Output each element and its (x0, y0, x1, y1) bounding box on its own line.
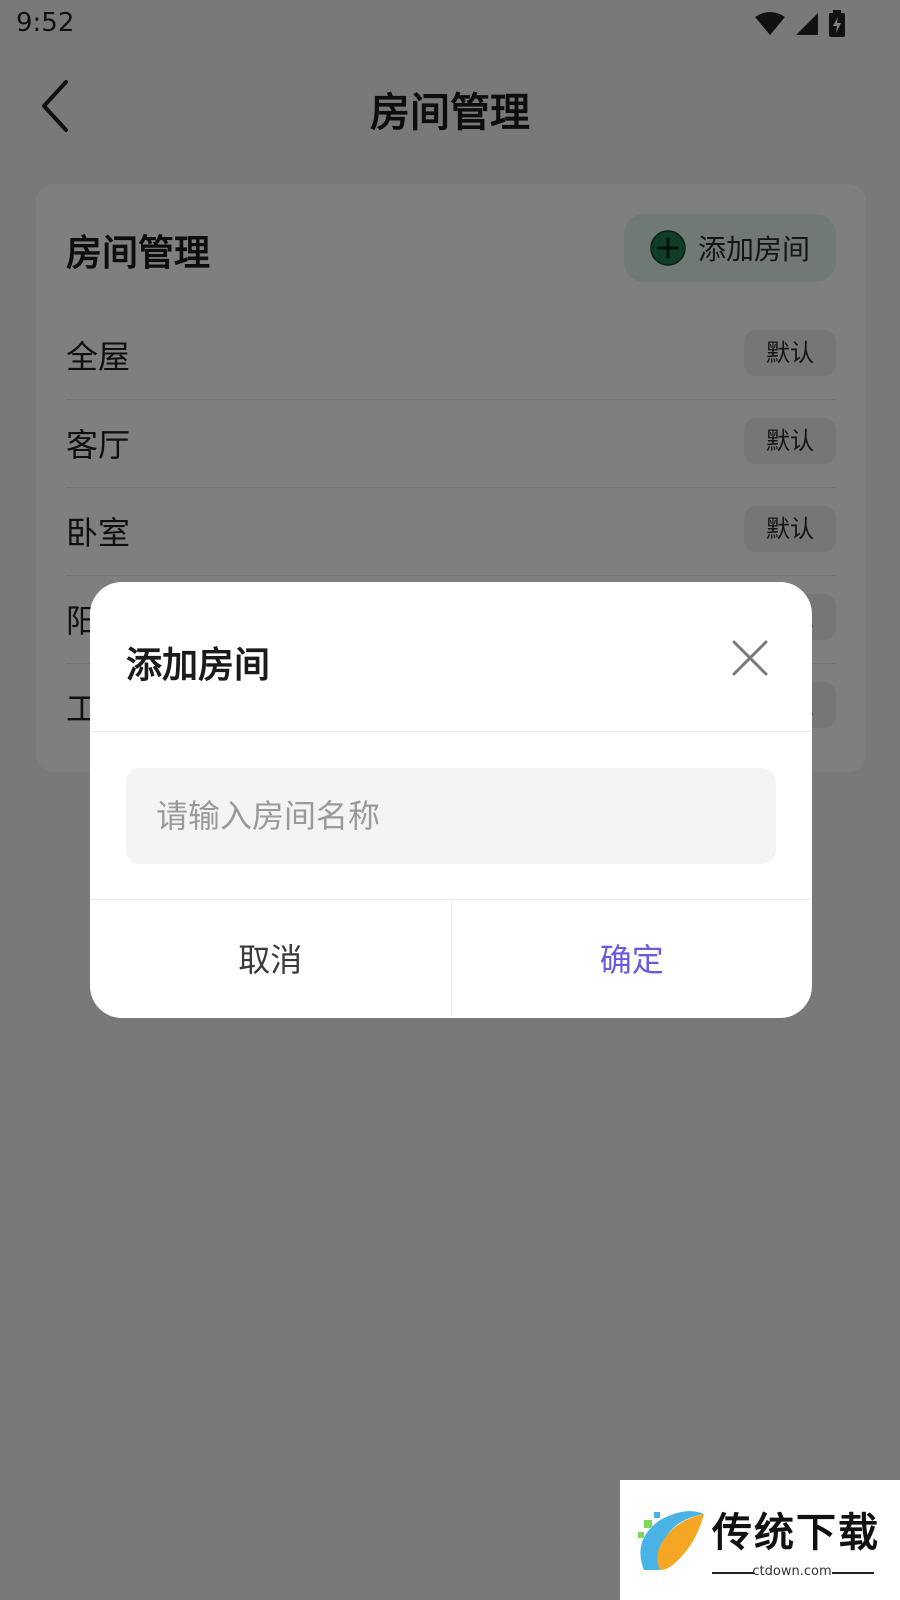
dialog-body (90, 732, 812, 900)
dialog-title: 添加房间 (126, 645, 271, 686)
room-name-input[interactable] (126, 768, 776, 864)
add-room-dialog: 添加房间 取消 确定 (90, 582, 812, 1018)
watermark-text: 传统下载 (712, 1510, 880, 1556)
watermark: 传统下载 ctdown.com (620, 1480, 900, 1600)
cancel-button[interactable]: 取消 (90, 900, 452, 1016)
watermark-logo-icon (638, 1511, 704, 1570)
dialog-header: 添加房间 (90, 582, 812, 732)
dialog-close-button[interactable] (730, 638, 770, 678)
close-icon (732, 640, 768, 676)
dialog-actions: 取消 确定 (90, 900, 812, 1016)
watermark-line-right (832, 1572, 874, 1574)
screen: 9:52 房间管理 房间管理 (0, 0, 900, 1600)
confirm-button[interactable]: 确定 (452, 900, 813, 1016)
